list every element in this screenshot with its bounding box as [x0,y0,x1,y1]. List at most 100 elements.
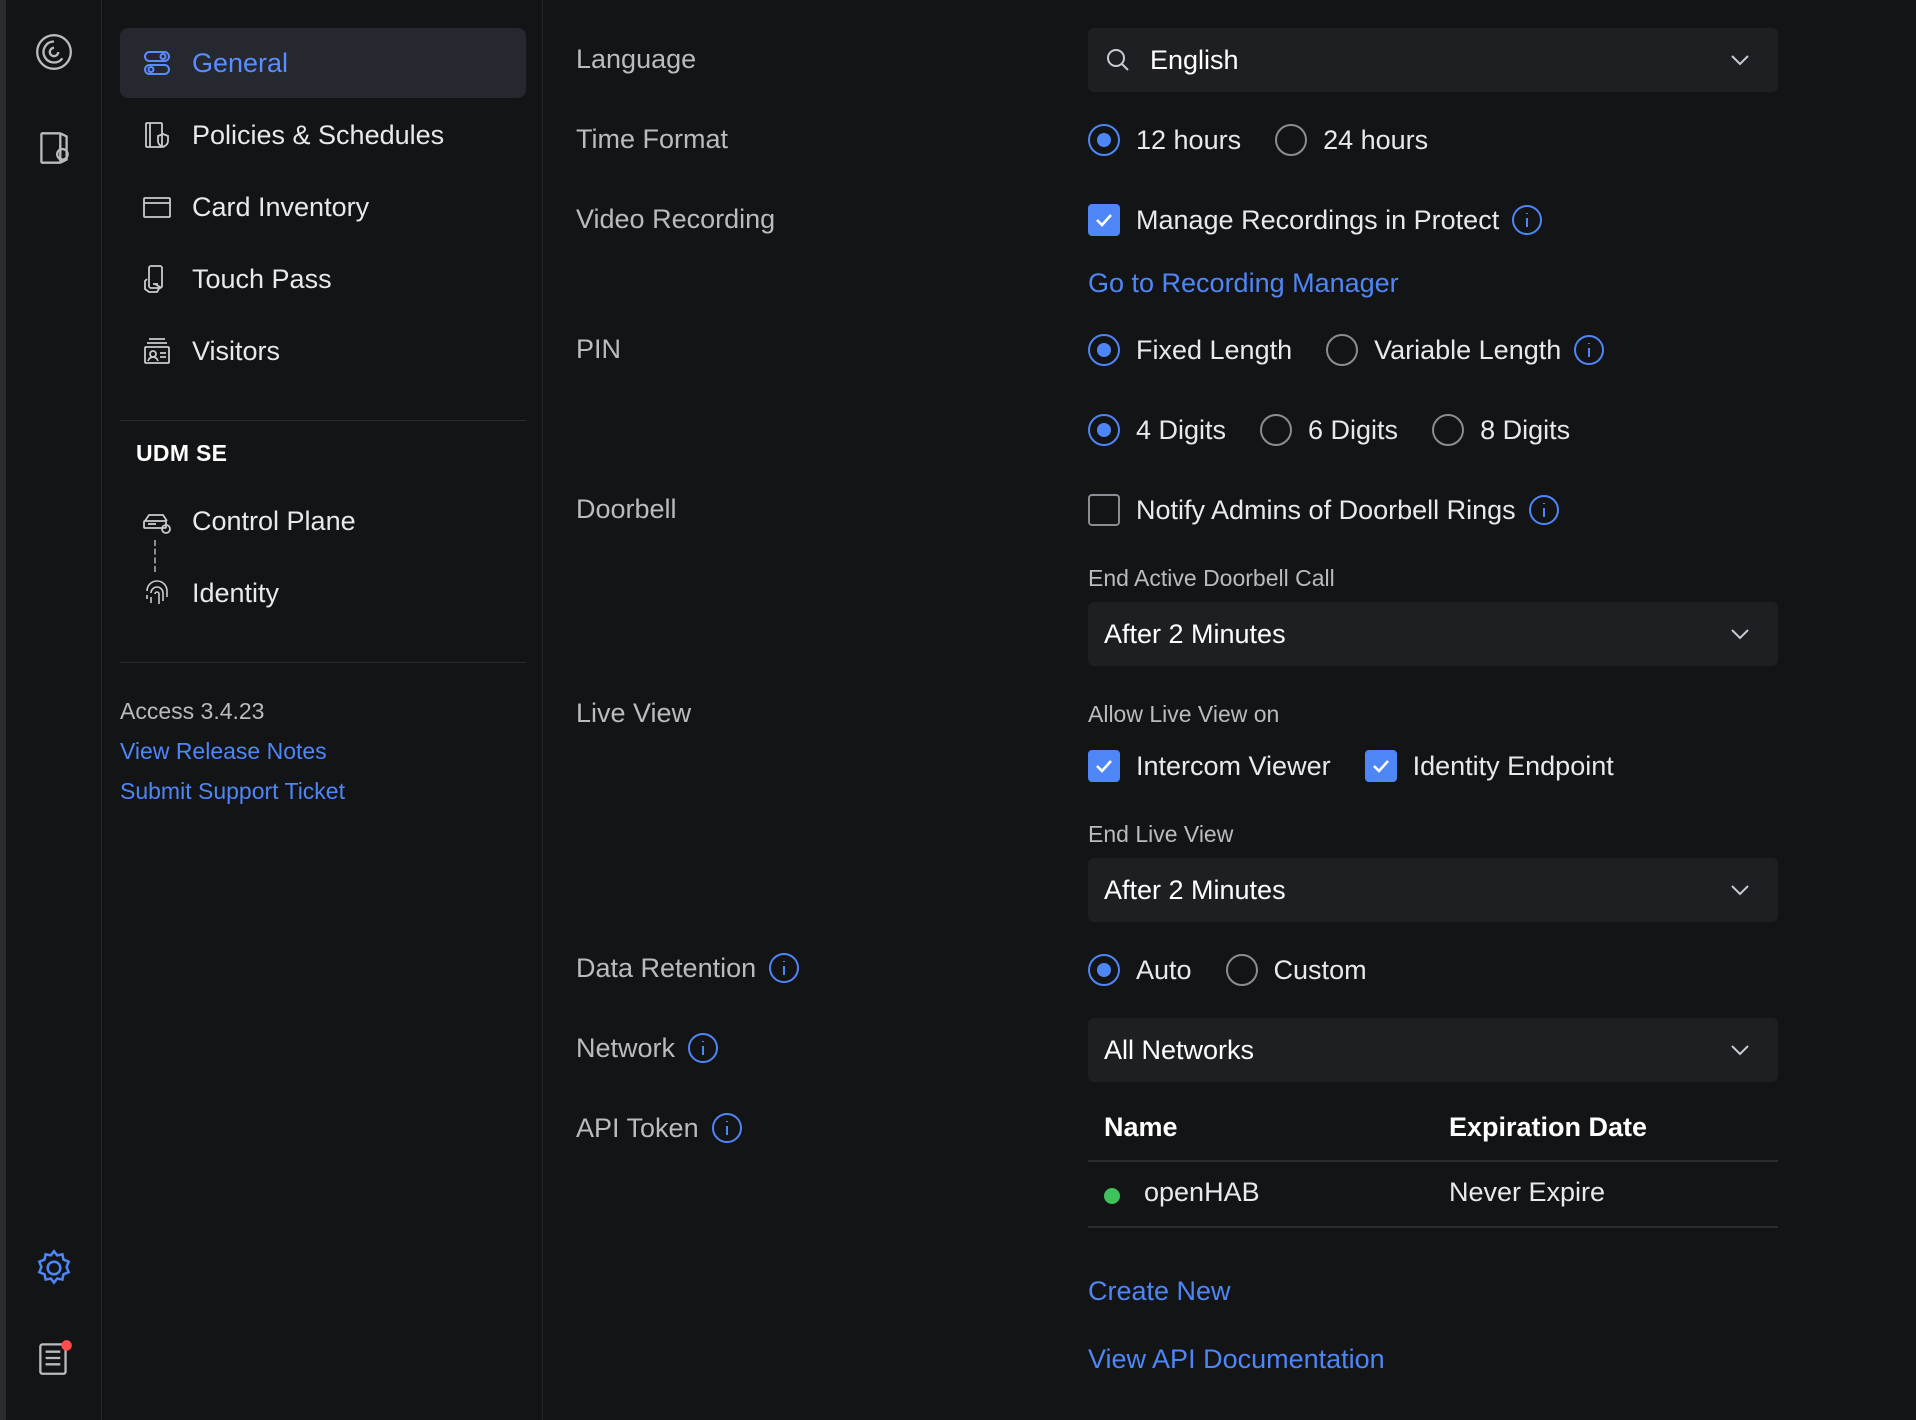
radio-selected [1088,414,1120,446]
policy-shield-icon [140,118,174,152]
column-header-name: Name [1104,1112,1178,1142]
visitor-badge-icon [140,334,174,368]
data-retention-label: Data Retention [576,952,800,984]
data-retention-options: Auto Custom [1088,950,1401,990]
pin-variable-length-radio[interactable]: Variable Length [1326,334,1605,366]
info-icon [1512,205,1543,235]
chevron-down-icon [1731,885,1749,896]
pin-6-digits-radio[interactable]: 6 Digits [1260,414,1398,446]
info-icon [1574,335,1605,365]
token-expiration: Never Expire [1449,1177,1606,1207]
allow-live-view-label: Allow Live View on [1088,701,1280,727]
sidebar-item-general[interactable]: General [120,28,526,98]
table-divider [1088,1226,1778,1228]
end-doorbell-call-select[interactable]: After 2 Minutes [1088,602,1778,666]
device-section-label: UDM SE [136,440,228,466]
chevron-down-icon [1731,1045,1749,1056]
data-retention-auto-radio[interactable]: Auto [1088,954,1192,986]
network-value: All Networks [1104,1034,1255,1065]
checkbox-unchecked [1088,494,1120,526]
door-lock-icon[interactable] [32,126,76,170]
network-select[interactable]: All Networks [1088,1018,1778,1082]
intercom-viewer-checkbox[interactable]: Intercom Viewer [1088,750,1331,782]
time-format-12-radio[interactable]: 12 hours [1088,124,1241,156]
live-view-options: Intercom Viewer Identity Endpoint [1088,746,1648,786]
gear-icon[interactable] [32,1246,76,1290]
time-format-options: 12 hours 24 hours [1088,120,1462,160]
settings-sidebar: General Policies & Schedules Card Invent… [103,0,543,1420]
pin-length-options: Fixed Length Variable Length [1088,330,1639,370]
end-doorbell-call-label: End Active Doorbell Call [1088,565,1335,591]
manage-recordings-checkbox[interactable]: Manage Recordings in Protect [1088,204,1543,236]
system-log-icon[interactable] [32,1336,76,1380]
sidebar-item-label: Visitors [192,335,281,366]
column-header-expiration: Expiration Date [1449,1112,1648,1142]
touch-pass-icon [140,262,174,296]
go-to-recording-manager-link[interactable]: Go to Recording Manager [1088,268,1399,299]
time-format-24-radio[interactable]: 24 hours [1275,124,1428,156]
view-release-notes-link[interactable]: View Release Notes [120,738,327,765]
info-icon[interactable] [711,1112,743,1144]
sidebar-item-visitors[interactable]: Visitors [120,316,526,386]
sidebar-item-touch-pass[interactable]: Touch Pass [120,244,526,314]
chevron-down-icon [1731,629,1749,640]
sidebar-item-label: Control Plane [192,505,356,536]
sidebar-divider [120,662,526,663]
sidebar-item-label: Touch Pass [192,263,332,294]
card-icon [140,190,174,224]
radio-unselected [1225,954,1258,986]
network-label: Network [576,1032,719,1064]
info-icon[interactable] [768,952,800,984]
api-token-label: API Token [576,1112,743,1144]
toggle-settings-icon [140,46,174,80]
table-divider [1088,1160,1778,1162]
video-recording-options: Manage Recordings in Protect [1088,200,1577,240]
end-doorbell-call-value: After 2 Minutes [1104,618,1286,649]
token-status-dot [1104,1188,1120,1204]
sidebar-item-control-plane[interactable]: Control Plane [120,486,526,556]
submit-support-ticket-link[interactable]: Submit Support Ticket [120,778,345,805]
info-icon [1528,495,1559,525]
chevron-down-icon [1731,55,1749,66]
create-new-token-link[interactable]: Create New [1088,1276,1231,1307]
app-version: Access 3.4.23 [120,698,265,724]
fingerprint-icon [140,576,174,610]
doorbell-label: Doorbell [576,494,677,524]
radio-selected [1088,124,1120,156]
sidebar-item-policies-schedules[interactable]: Policies & Schedules [120,100,526,170]
sidebar-item-label: General [192,47,289,78]
general-settings-panel: Language English Time Format 12 hours 24… [544,0,1916,1420]
end-live-view-select[interactable]: After 2 Minutes [1088,858,1778,922]
pin-fixed-length-radio[interactable]: Fixed Length [1088,334,1292,366]
sidebar-item-card-inventory[interactable]: Card Inventory [120,172,526,242]
data-retention-custom-radio[interactable]: Custom [1225,954,1367,986]
token-name[interactable]: openHAB [1144,1177,1260,1208]
access-logo-icon[interactable] [32,30,76,74]
checkbox-checked [1088,204,1120,236]
pin-4-digits-radio[interactable]: 4 Digits [1088,414,1226,446]
video-recording-label: Video Recording [576,204,776,234]
sidebar-item-label: Card Inventory [192,191,370,222]
sidebar-item-label: Policies & Schedules [192,119,445,150]
radio-unselected [1275,124,1308,156]
sidebar-divider [120,420,526,421]
sidebar-item-identity[interactable]: Identity [120,558,526,628]
checkbox-checked [1088,750,1120,782]
radio-unselected [1260,414,1293,446]
end-live-view-value: After 2 Minutes [1104,874,1286,905]
view-api-documentation-link[interactable]: View API Documentation [1088,1344,1385,1375]
language-value: English [1150,44,1239,75]
identity-endpoint-checkbox[interactable]: Identity Endpoint [1364,750,1614,782]
radio-unselected [1326,334,1359,366]
info-icon[interactable] [687,1032,719,1064]
app-rail [6,0,102,1420]
end-live-view-label: End Live View [1088,821,1234,847]
notify-admins-doorbell-checkbox[interactable]: Notify Admins of Doorbell Rings [1088,494,1560,526]
pin-label: PIN [576,334,622,364]
pin-8-digits-radio[interactable]: 8 Digits [1432,414,1570,446]
language-label: Language [576,44,697,74]
radio-unselected [1432,414,1465,446]
live-view-label: Live View [576,698,692,728]
language-select[interactable]: English [1088,28,1778,92]
sidebar-item-label: Identity [192,577,280,608]
